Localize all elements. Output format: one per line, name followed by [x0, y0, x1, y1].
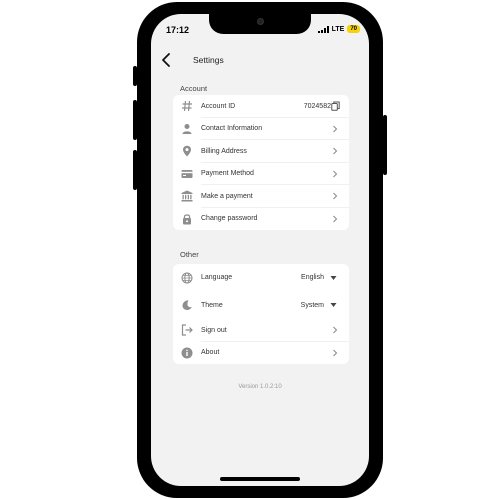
lock-icon [183, 214, 191, 225]
payment-method-row[interactable]: Payment Method [173, 163, 349, 186]
sign-out-icon [181, 324, 193, 336]
battery-badge: 70 [347, 25, 360, 33]
network-type: LTE [331, 25, 345, 33]
contact-information-label: Contact Information [201, 125, 263, 133]
home-indicator[interactable] [220, 477, 300, 481]
language-label: Language [201, 274, 233, 281]
phone-screen: 17:12 LTE 70 Settings Account Account ID… [151, 14, 369, 486]
camera-icon [257, 18, 264, 25]
hash-icon [182, 101, 192, 112]
chevron-left-icon[interactable] [159, 52, 173, 68]
volume-down-button [133, 150, 137, 190]
copy-icon[interactable] [331, 101, 340, 112]
status-indicators: LTE 70 [317, 25, 360, 33]
status-time: 17:12 [166, 25, 190, 35]
chevron-right-icon [333, 349, 338, 357]
power-button [383, 115, 387, 175]
info-icon [181, 347, 193, 359]
account-id-label: Account ID [201, 102, 236, 110]
billing-address-label: Billing Address [201, 147, 247, 155]
page-title: Settings [193, 55, 224, 65]
chevron-right-icon [333, 326, 338, 334]
make-a-payment-row[interactable]: Make a payment [173, 185, 349, 208]
theme-row[interactable]: Theme System [173, 291, 349, 319]
globe-icon [181, 272, 193, 283]
contact-information-row[interactable]: Contact Information [173, 118, 349, 141]
billing-address-row[interactable]: Billing Address [173, 140, 349, 163]
volume-up-button [133, 100, 137, 140]
change-password-label: Change password [201, 215, 258, 223]
change-password-row[interactable]: Change password [173, 208, 349, 231]
location-pin-icon [183, 146, 191, 157]
caret-down-icon[interactable] [330, 275, 337, 280]
make-a-payment-label: Make a payment [201, 192, 253, 200]
theme-value[interactable]: System [301, 302, 324, 309]
chevron-right-icon [333, 125, 338, 133]
language-row[interactable]: Language English [173, 264, 349, 291]
sign-out-label: Sign out [201, 326, 227, 334]
credit-card-icon [181, 169, 193, 178]
signal-icon [317, 25, 329, 33]
other-card: Language English Theme System Sign out A… [173, 264, 349, 364]
mute-switch [133, 66, 137, 86]
chevron-right-icon [333, 170, 338, 178]
notch [209, 14, 311, 34]
account-id-value: 7024582 [303, 102, 331, 110]
chevron-right-icon [333, 147, 338, 155]
theme-label: Theme [201, 301, 223, 309]
chevron-right-icon [333, 215, 338, 223]
about-label: About [201, 349, 220, 357]
bank-icon [181, 190, 193, 202]
language-value[interactable]: English [301, 274, 324, 281]
sign-out-row[interactable]: Sign out [173, 319, 349, 342]
account-card: Account ID 7024582 Contact Information B… [173, 95, 349, 230]
account-section-heading: Account [180, 84, 208, 93]
about-row[interactable]: About [173, 342, 349, 365]
app-version: Version 1.0.2:10 [238, 384, 282, 390]
account-id-row: Account ID 7024582 [173, 95, 349, 118]
payment-method-label: Payment Method [201, 170, 254, 178]
person-icon [182, 123, 192, 134]
moon-icon [182, 300, 192, 310]
caret-down-icon[interactable] [330, 303, 337, 308]
other-section-heading: Other [180, 250, 199, 259]
chevron-right-icon [333, 192, 338, 200]
